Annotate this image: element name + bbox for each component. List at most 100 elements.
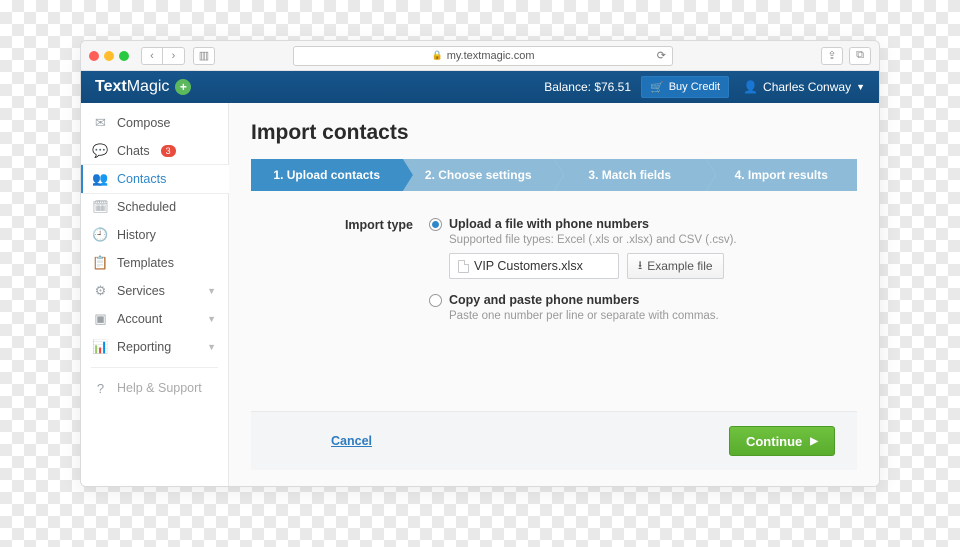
step-choose-settings[interactable]: 2. Choose settings xyxy=(403,159,555,191)
address-bar[interactable]: 🔒 my.textmagic.com ⟳ xyxy=(293,46,673,66)
example-file-button[interactable]: ⭳ Example file xyxy=(627,253,724,279)
form-footer: Cancel Continue ▶ xyxy=(251,411,857,470)
app-body: ✉ Compose 💬 Chats 3 👥 Contacts 🗓 Schedul… xyxy=(81,103,879,486)
user-icon: 👤 xyxy=(743,80,758,94)
window-controls xyxy=(89,51,129,61)
balance-display: Balance: $76.51 xyxy=(544,80,631,94)
user-menu[interactable]: 👤 Charles Conway ▼ xyxy=(743,80,865,94)
radio-upload-file[interactable] xyxy=(429,218,442,231)
forward-button[interactable]: › xyxy=(163,47,185,65)
step-label: 4. Import results xyxy=(735,168,828,182)
share-button[interactable]: ⇪ xyxy=(821,47,843,65)
step-label: 3. Match fields xyxy=(588,168,671,182)
cancel-link[interactable]: Cancel xyxy=(331,434,372,448)
file-icon xyxy=(458,260,469,273)
page-title: Import contacts xyxy=(251,121,857,145)
example-file-label: Example file xyxy=(647,259,712,273)
sidebar-item-label: Scheduled xyxy=(117,200,176,214)
help-icon: ? xyxy=(93,381,108,396)
url-text: my.textmagic.com xyxy=(447,50,535,62)
sidebar-item-services[interactable]: ⚙ Services ▼ xyxy=(81,277,228,305)
chevron-right-icon: ▶ xyxy=(810,436,818,447)
buy-credit-button[interactable]: 🛒 Buy Credit xyxy=(641,76,729,98)
sidebar-item-label: Services xyxy=(117,284,165,298)
option-label: Upload a file with phone numbers xyxy=(449,217,649,231)
brand-part2: Magic xyxy=(127,78,170,95)
chevron-down-icon: ▼ xyxy=(856,82,865,92)
zoom-window-icon[interactable] xyxy=(119,51,129,61)
minimize-window-icon[interactable] xyxy=(104,51,114,61)
wizard-steps: 1. Upload contacts 2. Choose settings 3.… xyxy=(251,159,857,191)
browser-window: ‹ › ▥ 🔒 my.textmagic.com ⟳ ⇪ ⧉ TextMagic… xyxy=(80,40,880,487)
sidebar-item-label: Account xyxy=(117,312,162,326)
tabs-button[interactable]: ⧉ xyxy=(849,47,871,65)
close-window-icon[interactable] xyxy=(89,51,99,61)
option-hint: Supported file types: Excel (.xls or .xl… xyxy=(449,234,857,246)
main-content: Import contacts 1. Upload contacts 2. Ch… xyxy=(229,103,879,486)
sidebar-toggle-button[interactable]: ▥ xyxy=(193,47,215,65)
cart-icon: 🛒 xyxy=(650,81,664,94)
sidebar-item-history[interactable]: 🕘 History xyxy=(81,221,228,249)
sidebar: ✉ Compose 💬 Chats 3 👥 Contacts 🗓 Schedul… xyxy=(81,103,229,486)
sidebar-item-help[interactable]: ? Help & Support xyxy=(81,374,228,402)
contacts-icon: 👥 xyxy=(93,171,108,187)
lock-icon: 🔒 xyxy=(431,50,442,61)
chevron-down-icon: ▼ xyxy=(207,342,216,352)
step-label: 1. Upload contacts xyxy=(273,168,380,182)
step-import-results[interactable]: 4. Import results xyxy=(706,159,858,191)
option-copy-paste[interactable]: Copy and paste phone numbers xyxy=(429,293,857,307)
browser-toolbar: ‹ › ▥ 🔒 my.textmagic.com ⟳ ⇪ ⧉ xyxy=(81,41,879,71)
radio-copy-paste[interactable] xyxy=(429,294,442,307)
account-icon: ▣ xyxy=(93,311,108,327)
sidebar-divider xyxy=(91,367,218,368)
plus-icon[interactable]: + xyxy=(175,79,191,95)
brand-part1: Text xyxy=(95,78,127,95)
reporting-icon: 📊 xyxy=(93,339,108,355)
sidebar-item-compose[interactable]: ✉ Compose xyxy=(81,109,228,137)
brand-logo[interactable]: TextMagic + xyxy=(95,78,191,96)
sidebar-item-label: Reporting xyxy=(117,340,171,354)
sidebar-item-scheduled[interactable]: 🗓 Scheduled xyxy=(81,193,228,221)
file-input[interactable]: VIP Customers.xlsx xyxy=(449,253,619,279)
scheduled-icon: 🗓 xyxy=(93,199,108,215)
sidebar-item-contacts[interactable]: 👥 Contacts xyxy=(81,165,228,193)
step-label: 2. Choose settings xyxy=(425,168,532,182)
continue-button[interactable]: Continue ▶ xyxy=(729,426,835,456)
user-name: Charles Conway xyxy=(763,80,851,94)
app-header: TextMagic + Balance: $76.51 🛒 Buy Credit… xyxy=(81,71,879,103)
nav-arrows: ‹ › xyxy=(141,47,185,65)
templates-icon: 📋 xyxy=(93,255,108,271)
chevron-down-icon: ▼ xyxy=(207,314,216,324)
chevron-down-icon: ▼ xyxy=(207,286,216,296)
sidebar-item-label: Help & Support xyxy=(117,381,202,395)
sidebar-item-templates[interactable]: 📋 Templates xyxy=(81,249,228,277)
back-button[interactable]: ‹ xyxy=(141,47,163,65)
file-name: VIP Customers.xlsx xyxy=(474,259,583,273)
option-hint: Paste one number per line or separate wi… xyxy=(449,310,857,322)
sidebar-item-label: Contacts xyxy=(117,172,166,186)
option-upload-file[interactable]: Upload a file with phone numbers xyxy=(429,217,857,231)
sidebar-item-label: History xyxy=(117,228,156,242)
step-match-fields[interactable]: 3. Match fields xyxy=(554,159,706,191)
sidebar-item-label: Compose xyxy=(117,116,171,130)
sidebar-item-reporting[interactable]: 📊 Reporting ▼ xyxy=(81,333,228,361)
history-icon: 🕘 xyxy=(93,227,108,243)
compose-icon: ✉ xyxy=(93,115,108,131)
sidebar-item-label: Chats xyxy=(117,144,150,158)
chats-badge: 3 xyxy=(161,145,176,157)
balance-label: Balance: xyxy=(544,80,591,94)
reload-icon[interactable]: ⟳ xyxy=(657,49,666,62)
import-form: Import type Upload a file with phone num… xyxy=(251,209,857,337)
balance-value: $76.51 xyxy=(594,80,631,94)
buy-credit-label: Buy Credit xyxy=(669,81,720,93)
sidebar-item-chats[interactable]: 💬 Chats 3 xyxy=(81,137,228,165)
sidebar-item-account[interactable]: ▣ Account ▼ xyxy=(81,305,228,333)
chats-icon: 💬 xyxy=(93,143,108,159)
continue-label: Continue xyxy=(746,434,802,449)
step-upload-contacts[interactable]: 1. Upload contacts xyxy=(251,159,403,191)
option-label: Copy and paste phone numbers xyxy=(449,293,639,307)
services-icon: ⚙ xyxy=(93,283,108,299)
sidebar-item-label: Templates xyxy=(117,256,174,270)
import-type-label: Import type xyxy=(251,217,429,329)
download-icon: ⭳ xyxy=(638,256,642,277)
